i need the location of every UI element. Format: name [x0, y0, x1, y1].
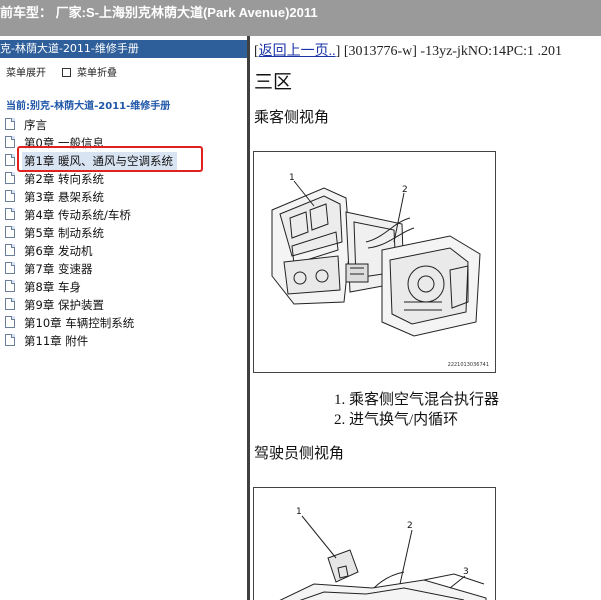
- tree-item-chapter-2[interactable]: 第2章 转向系统: [0, 170, 247, 188]
- area-heading: 三区: [254, 72, 293, 93]
- back-link[interactable]: 返回上一页..: [259, 44, 336, 59]
- parts-list: 1. 乘客侧空气混合执行器 2. 进气换气/内循环: [334, 390, 499, 430]
- tree-item-label: 第2章 转向系统: [24, 172, 104, 186]
- tree-item-label: 第6章 发动机: [24, 244, 93, 258]
- list-item: 2. 进气换气/内循环: [334, 412, 459, 428]
- document-icon: [5, 172, 15, 184]
- tree-item-chapter-6[interactable]: 第6章 发动机: [0, 242, 247, 260]
- document-icon: [5, 280, 15, 292]
- tree-item-label: 第4章 传动系统/车桥: [24, 208, 131, 222]
- tree-item-chapter-10[interactable]: 第10章 车辆控制系统: [0, 314, 247, 332]
- callout-3: 3: [463, 567, 469, 577]
- document-icon: [5, 334, 15, 346]
- hvac-module-drawing-driver: 1 2 3: [279, 507, 487, 600]
- manual-title: 克-林荫大道-2011-维修手册: [0, 40, 247, 58]
- passenger-view-title: 乘客侧视角: [254, 110, 330, 126]
- tree-item-label: 第7章 变速器: [24, 262, 93, 276]
- tree-item-label: 第8章 车身: [24, 280, 81, 294]
- document-icon: [5, 262, 15, 274]
- document-icon: [5, 154, 15, 166]
- tree-item-label: 第11章 附件: [24, 334, 89, 348]
- current-manual-label: 当前:别克-林荫大道-2011-维修手册: [6, 101, 171, 112]
- document-icon: [5, 244, 15, 256]
- document-id: ] [3013776-w] -13yz-jkNO:14PC:1 .201: [335, 44, 562, 59]
- tree-item-chapter-4[interactable]: 第4章 传动系统/车桥: [0, 206, 247, 224]
- document-icon: [5, 190, 15, 202]
- collapse-menu-label: 菜单折叠: [77, 68, 117, 79]
- hvac-module-drawing: 1 2: [271, 173, 481, 337]
- list-item: 1. 乘客侧空气混合执行器: [334, 392, 500, 408]
- collapse-icon: [62, 67, 71, 77]
- title-bar: 前车型： 厂家:S-上海别克林荫大道(Park Avenue)2011: [0, 0, 601, 36]
- content-nav-line: [返回上一页..] [3013776-w] -13yz-jkNO:14PC:1 …: [254, 40, 562, 60]
- tree-item-chapter-3[interactable]: 第3章 悬架系统: [0, 188, 247, 206]
- document-icon: [5, 298, 15, 310]
- tree-item-chapter-5[interactable]: 第5章 制动系统: [0, 224, 247, 242]
- expand-menu-button[interactable]: 菜单展开: [6, 64, 46, 79]
- document-icon: [5, 226, 15, 238]
- document-icon: [5, 118, 15, 130]
- tree-item-label: 第5章 制动系统: [24, 226, 104, 240]
- callout-1: 1: [296, 507, 302, 517]
- tree-item-chapter-7[interactable]: 第7章 变速器: [0, 260, 247, 278]
- tree-item-label: 第3章 悬架系统: [24, 190, 104, 204]
- tree-item-preface[interactable]: 序言: [0, 116, 247, 134]
- hvac-module-figure-driver: 1 2 3: [253, 487, 496, 600]
- driver-view-title: 驾驶员侧视角: [254, 446, 345, 462]
- tree-item-label: 序言: [24, 118, 47, 132]
- tree-item-label: 第10章 车辆控制系统: [24, 316, 135, 330]
- figure-code: 2221013036741: [447, 362, 489, 368]
- document-icon: [5, 316, 15, 328]
- navigation-pane: 克-林荫大道-2011-维修手册 菜单展开 菜单折叠 当前:别克-林荫大道-201…: [0, 36, 247, 600]
- content-pane: [返回上一页..] [3013776-w] -13yz-jkNO:14PC:1 …: [250, 36, 601, 600]
- hvac-module-figure-passenger: 1 2 2221013036741: [253, 151, 496, 373]
- document-icon: [5, 136, 15, 148]
- tree-item-chapter-8[interactable]: 第8章 车身: [0, 278, 247, 296]
- callout-1: 1: [289, 173, 295, 183]
- tree-item-label: 第9章 保护装置: [24, 298, 104, 312]
- menu-tools: 菜单展开 菜单折叠: [6, 64, 133, 79]
- callout-2: 2: [407, 521, 413, 531]
- document-icon: [5, 208, 15, 220]
- tree-item-chapter-11[interactable]: 第11章 附件: [0, 332, 247, 350]
- collapse-menu-button[interactable]: 菜单折叠: [62, 64, 117, 79]
- vehicle-title: 前车型： 厂家:S-上海别克林荫大道(Park Avenue)2011: [0, 5, 318, 20]
- callout-2: 2: [402, 185, 408, 195]
- tree-item-chapter-9[interactable]: 第9章 保护装置: [0, 296, 247, 314]
- selection-highlight: [17, 146, 203, 172]
